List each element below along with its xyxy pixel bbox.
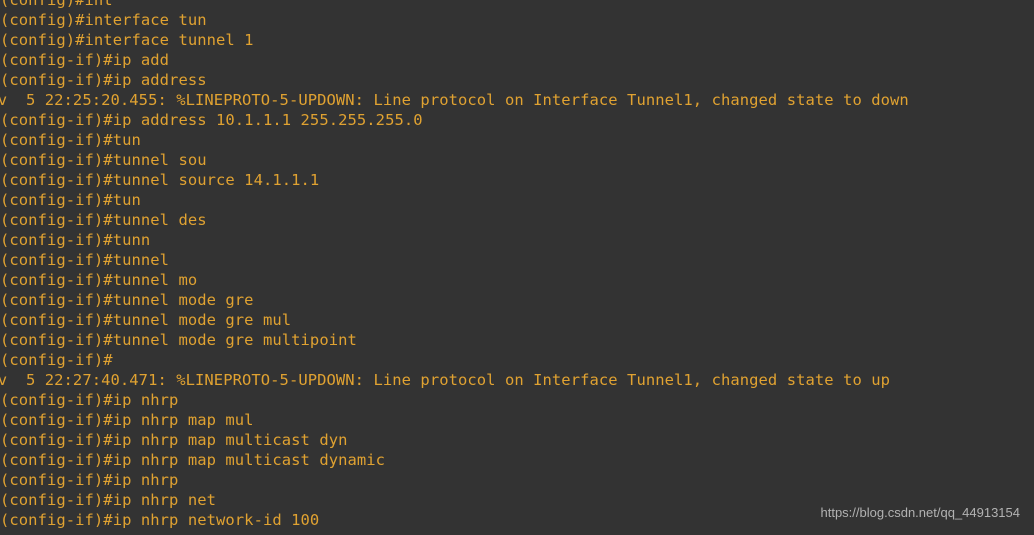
terminal-line: (config-if)#tunnel mode gre mul [0,311,292,329]
terminal-line: (config-if)#ip nhrp [0,471,179,489]
terminal-line: (config-if)#tunnel sou [0,151,207,169]
terminal-line: (config)#interface tun [0,11,207,29]
terminal-line: (config-if)#ip add [0,51,170,69]
terminal-line: (config-if)#tunnel mo [0,271,198,289]
terminal-line: (config-if)#tunn [0,231,151,249]
syslog-line: ov 5 22:25:20.455: %LINEPROTO-5-UPDOWN: … [0,91,909,109]
terminal-line: (config)#int [0,0,113,9]
terminal-window[interactable]: (config)#int (config)#interface tun (confi… [0,0,1034,535]
terminal-line: (config-if)#tunnel source 14.1.1.1 [0,171,320,189]
terminal-line: (config-if)#ip address 10.1.1.1 255.255.… [0,111,423,129]
terminal-line: (config-if)#tunnel [0,251,170,269]
watermark: https://blog.csdn.net/qq_44913154 [820,505,1021,520]
terminal-line: (config-if)#ip nhrp map mul [0,411,254,429]
terminal-line: (config-if)# [0,351,113,369]
terminal-line: (config-if)#ip nhrp map multicast dynami… [0,451,386,469]
terminal-line: (config-if)#tunnel des [0,211,207,229]
terminal-output[interactable]: (config)#int (config)#interface tun (confi… [0,0,1034,530]
terminal-line: (config-if)#ip address [0,71,207,89]
terminal-line: (config-if)#tun [0,191,141,209]
terminal-line: (config-if)#tun [0,131,141,149]
terminal-line: (config-if)#ip nhrp map multicast dyn [0,431,348,449]
terminal-line: (config-if)#ip nhrp [0,391,179,409]
terminal-line: (config-if)#tunnel mode gre [0,291,254,309]
syslog-line: ov 5 22:27:40.471: %LINEPROTO-5-UPDOWN: … [0,371,891,389]
terminal-line: (config)#interface tunnel 1 [0,31,254,49]
terminal-line: (config-if)#tunnel mode gre multipoint [0,331,357,349]
